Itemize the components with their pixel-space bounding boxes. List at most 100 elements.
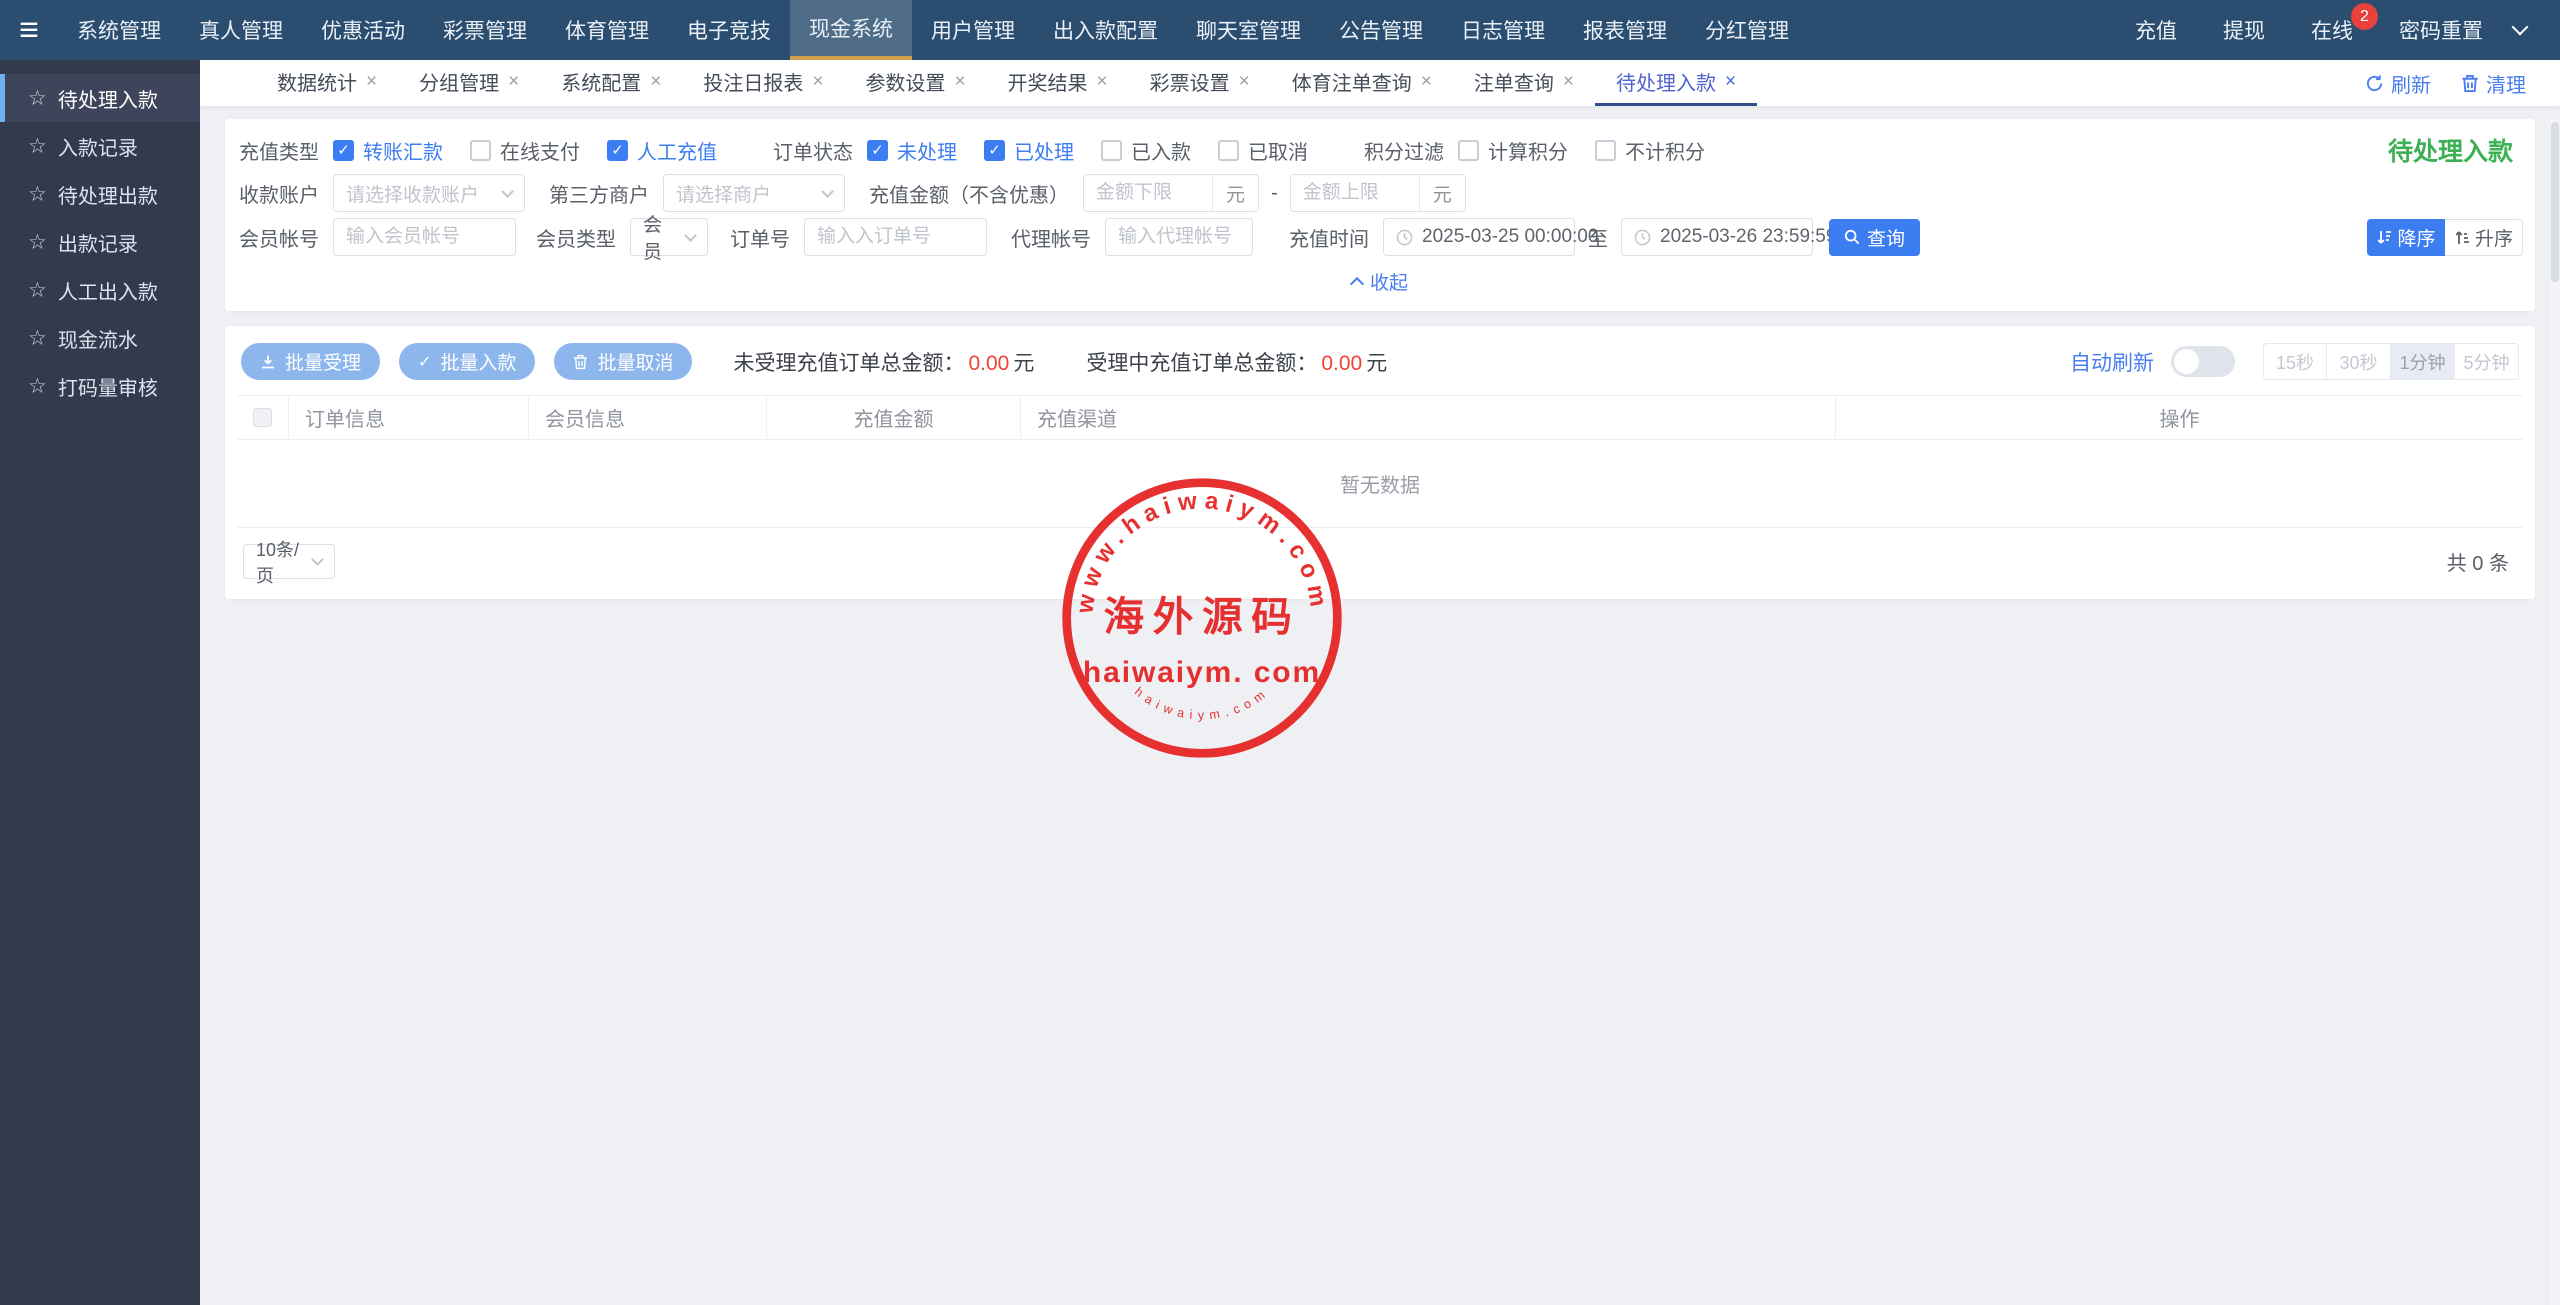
close-icon[interactable]: × <box>1725 71 1736 93</box>
sort-asc-button[interactable]: 升序 <box>2445 219 2523 256</box>
page-size-select[interactable]: 10条/页 <box>243 544 335 579</box>
search-button[interactable]: 查询 <box>1829 219 1920 256</box>
amount-max-input[interactable] <box>1291 175 1419 211</box>
refresh-button[interactable]: 刷新 <box>2365 69 2431 98</box>
sidebar-item-wager-audit[interactable]: ☆ 打码量审核 <box>0 362 200 410</box>
close-icon[interactable]: × <box>812 71 823 93</box>
checkbox-transfer-remittance[interactable]: ✓ 转账汇款 <box>333 136 443 165</box>
nav-recharge-button[interactable]: 充值 <box>2112 0 2200 60</box>
checkbox-processed[interactable]: ✓ 已处理 <box>984 136 1074 165</box>
auto-refresh-toggle[interactable] <box>2171 346 2235 377</box>
checkbox-count-points[interactable]: 计算积分 <box>1458 136 1568 165</box>
tab-draw-results[interactable]: 开奖结果× <box>987 60 1129 106</box>
nav-item-live-management[interactable]: 真人管理 <box>180 0 302 60</box>
unaccepted-total-unit: 元 <box>1013 352 1034 375</box>
tab-pending-deposits[interactable]: 待处理入款× <box>1595 60 1757 106</box>
close-icon[interactable]: × <box>954 71 965 93</box>
close-icon[interactable]: × <box>366 71 377 93</box>
batch-deposit-button[interactable]: ✓ 批量入款 <box>399 343 535 380</box>
sidebar-item-pending-deposits[interactable]: ☆ 待处理入款 <box>0 74 200 122</box>
filter-panel: 充值类型 ✓ 转账汇款 在线支付 ✓ 人工充值 订单状态 ✓ 未处理 ✓ 已处理 <box>225 119 2535 311</box>
interval-15s-button[interactable]: 15秒 <box>2263 343 2327 380</box>
clear-tabs-button[interactable]: 清理 <box>2461 69 2526 98</box>
nav-item-chatroom-management[interactable]: 聊天室管理 <box>1177 0 1320 60</box>
checkbox-deposited[interactable]: 已入款 <box>1101 136 1191 165</box>
close-icon[interactable]: × <box>650 71 661 93</box>
end-time-value: 2025-03-26 23:59:59 <box>1660 226 1836 248</box>
user-dropdown-toggle[interactable] <box>2506 0 2534 60</box>
sort-asc-icon <box>2454 229 2470 246</box>
nav-withdraw-button[interactable]: 提现 <box>2200 0 2288 60</box>
nav-item-lottery-management[interactable]: 彩票管理 <box>424 0 546 60</box>
checkbox-manual-recharge[interactable]: ✓ 人工充值 <box>607 136 717 165</box>
batch-cancel-button[interactable]: 批量取消 <box>554 343 692 380</box>
order-no-input[interactable] <box>804 218 987 256</box>
tab-data-statistics[interactable]: 数据统计× <box>256 60 398 106</box>
interval-30s-button[interactable]: 30秒 <box>2327 343 2391 380</box>
interval-5min-button[interactable]: 5分钟 <box>2455 343 2519 380</box>
third-party-select[interactable]: 请选择商户 <box>663 174 845 212</box>
tab-bet-daily-report[interactable]: 投注日报表× <box>682 60 844 106</box>
hamburger-menu-icon[interactable]: ≡ <box>0 0 58 60</box>
end-time-picker[interactable]: 2025-03-26 23:59:59 <box>1621 218 1813 256</box>
nav-item-system-management[interactable]: 系统管理 <box>58 0 180 60</box>
tab-parameter-settings[interactable]: 参数设置× <box>844 60 986 106</box>
sidebar-item-pending-withdrawals[interactable]: ☆ 待处理出款 <box>0 170 200 218</box>
payee-account-label: 收款账户 <box>239 179 319 208</box>
close-icon[interactable]: × <box>1239 71 1250 93</box>
member-type-select[interactable]: 会员 <box>630 218 708 256</box>
collapse-filters-link[interactable]: 收起 <box>1352 268 1408 295</box>
empty-row: 暂无数据 <box>237 440 2523 528</box>
nav-item-esports[interactable]: 电子竞技 <box>668 0 790 60</box>
nav-item-sports-management[interactable]: 体育管理 <box>546 0 668 60</box>
checkbox-no-points[interactable]: 不计积分 <box>1595 136 1705 165</box>
nav-item-log-management[interactable]: 日志管理 <box>1442 0 1564 60</box>
nav-online-button[interactable]: 在线 2 <box>2288 0 2376 60</box>
third-party-label: 第三方商户 <box>549 179 649 208</box>
sidebar-item-label: 待处理出款 <box>58 180 158 209</box>
chevron-down-icon <box>821 185 834 198</box>
amount-min-input[interactable] <box>1084 175 1212 211</box>
start-time-value: 2025-03-25 00:00:00 <box>1422 226 1598 248</box>
sidebar-item-withdrawal-records[interactable]: ☆ 出款记录 <box>0 218 200 266</box>
tab-order-query[interactable]: 注单查询× <box>1453 60 1595 106</box>
scrollbar-thumb[interactable] <box>2551 122 2559 282</box>
close-icon[interactable]: × <box>1097 71 1108 93</box>
select-all-checkbox[interactable] <box>253 408 272 427</box>
sidebar-item-manual-inout[interactable]: ☆ 人工出入款 <box>0 266 200 314</box>
nav-item-inout-config[interactable]: 出入款配置 <box>1034 0 1177 60</box>
nav-password-reset-button[interactable]: 密码重置 <box>2376 0 2506 60</box>
checkbox-unprocessed[interactable]: ✓ 未处理 <box>867 136 957 165</box>
sort-desc-button[interactable]: 降序 <box>2367 219 2445 256</box>
tab-system-config[interactable]: 系统配置× <box>540 60 682 106</box>
sidebar-item-label: 人工出入款 <box>58 276 158 305</box>
agent-account-input[interactable] <box>1105 218 1253 256</box>
vertical-scrollbar[interactable] <box>2550 120 2560 1305</box>
nav-item-promotions[interactable]: 优惠活动 <box>302 0 424 60</box>
clear-label: 清理 <box>2486 69 2526 98</box>
batch-accept-button[interactable]: 批量受理 <box>241 343 380 380</box>
close-icon[interactable]: × <box>508 71 519 93</box>
nav-online-label: 在线 <box>2311 15 2353 45</box>
start-time-picker[interactable]: 2025-03-25 00:00:00 <box>1383 218 1575 256</box>
nav-item-user-management[interactable]: 用户管理 <box>912 0 1034 60</box>
nav-item-dividend-management[interactable]: 分红管理 <box>1686 0 1808 60</box>
tab-lottery-settings[interactable]: 彩票设置× <box>1129 60 1271 106</box>
checkbox-label: 转账汇款 <box>363 136 443 165</box>
navbar-right: 充值 提现 在线 2 密码重置 <box>2112 0 2560 60</box>
interval-1min-button[interactable]: 1分钟 <box>2391 343 2455 380</box>
nav-item-announcement-management[interactable]: 公告管理 <box>1320 0 1442 60</box>
sidebar-item-cash-flow[interactable]: ☆ 现金流水 <box>0 314 200 362</box>
tab-sports-order-query[interactable]: 体育注单查询× <box>1271 60 1453 106</box>
close-icon[interactable]: × <box>1563 71 1574 93</box>
payee-account-select[interactable]: 请选择收款账户 <box>333 174 525 212</box>
nav-item-report-management[interactable]: 报表管理 <box>1564 0 1686 60</box>
checkbox-icon: ✓ <box>607 140 628 161</box>
tab-group-management[interactable]: 分组管理× <box>398 60 540 106</box>
nav-item-cash-system[interactable]: 现金系统 <box>790 0 912 60</box>
checkbox-online-payment[interactable]: 在线支付 <box>470 136 580 165</box>
member-account-input[interactable] <box>333 218 516 256</box>
sidebar-item-deposit-records[interactable]: ☆ 入款记录 <box>0 122 200 170</box>
close-icon[interactable]: × <box>1421 71 1432 93</box>
checkbox-cancelled[interactable]: 已取消 <box>1218 136 1308 165</box>
